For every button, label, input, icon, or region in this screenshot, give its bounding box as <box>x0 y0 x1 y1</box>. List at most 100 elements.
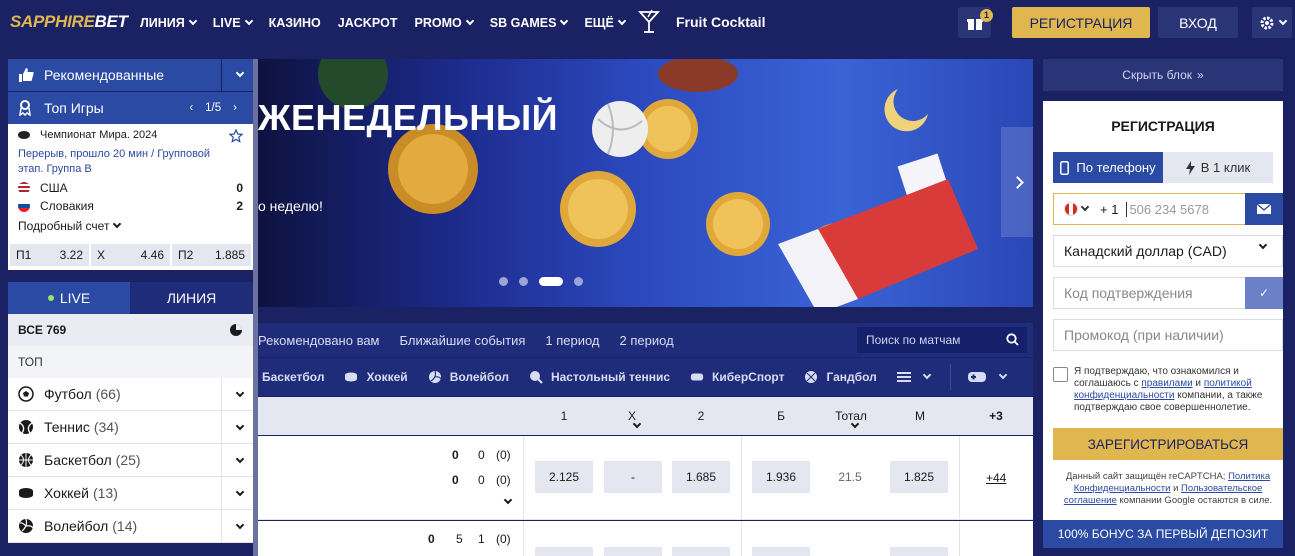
featured-match-card[interactable]: Чемпионат Мира. 2024 Перерыв, прошло 20 … <box>8 124 253 270</box>
tab-phone[interactable]: По телефону <box>1053 152 1163 183</box>
promo-banner[interactable]: ЖЕНЕДЕЛЬНЫЙ о неделю! <box>258 59 1033 307</box>
tab-one-click[interactable]: В 1 клик <box>1163 152 1273 183</box>
flag-canada-icon[interactable] <box>1064 202 1078 216</box>
banner-dot-active[interactable] <box>539 277 563 286</box>
confirm-code-button[interactable]: ✓ <box>1245 277 1283 309</box>
filter-period-1[interactable]: 1 период <box>545 333 599 348</box>
table-row[interactable]: 0 0 (0) 0 0 (0) 2.125 - 1.685 1.936 21.5… <box>258 436 1033 520</box>
confirmation-code-input[interactable]: Код подтверждения ✓ <box>1053 277 1283 309</box>
table-row[interactable]: 0 5 1 (0) <box>258 521 1033 556</box>
detailed-score-toggle[interactable]: Подробный счет <box>18 219 243 233</box>
all-events[interactable]: ВСЕ 769 <box>8 314 253 346</box>
registration-tabs: По телефону В 1 клик <box>1053 152 1273 183</box>
odds-table-header: 1 X 2 Б Тотал М +3 <box>258 397 1033 435</box>
pie-chart-icon[interactable] <box>229 323 243 337</box>
sport-expand[interactable] <box>221 510 253 543</box>
gift-button[interactable]: 1 <box>958 7 993 38</box>
odd-b[interactable] <box>752 547 810 556</box>
chevron-down-icon[interactable] <box>503 495 513 505</box>
promo-code-input[interactable]: Промокод (при наличии) <box>1053 319 1283 351</box>
nav-line[interactable]: ЛИНИЯ <box>140 16 198 30</box>
odd-x[interactable] <box>604 547 662 556</box>
sb-handball[interactable]: Гандбол <box>804 370 877 384</box>
submit-registration-button[interactable]: ЗАРЕГИСТРИРОВАТЬСЯ <box>1053 428 1283 460</box>
prev-icon[interactable]: ‹ <box>189 102 193 114</box>
recommended-header[interactable]: Рекомендованные <box>8 59 253 91</box>
sport-item-volleyball[interactable]: Волейбол (14) <box>8 510 253 543</box>
odd-1[interactable]: 2.125 <box>535 461 593 493</box>
nav-live[interactable]: LIVE <box>213 16 253 30</box>
settings-button[interactable] <box>1252 7 1292 38</box>
fruit-cocktail-link[interactable]: Fruit Cocktail <box>638 9 765 35</box>
gift-badge: 1 <box>980 9 993 22</box>
sport-expand[interactable] <box>221 378 253 411</box>
divider <box>523 436 524 519</box>
banner-dot[interactable] <box>519 277 528 286</box>
rules-link[interactable]: правилами <box>1141 378 1192 389</box>
banner-dot[interactable] <box>499 277 508 286</box>
sport-expand[interactable] <box>221 477 253 510</box>
currency-select[interactable]: Канадский доллар (CAD) <box>1053 235 1283 267</box>
hide-block-button[interactable]: Скрыть блок» <box>1043 59 1283 91</box>
sb-esports[interactable]: КиберСпорт <box>690 370 784 384</box>
logo[interactable]: SAPPHIREBET <box>10 12 128 32</box>
odd-p1[interactable]: П1 3.22 <box>10 244 89 266</box>
tab-live[interactable]: LIVE <box>8 282 130 314</box>
lightning-icon <box>1185 160 1195 175</box>
banner-dot[interactable] <box>574 277 583 286</box>
chevron-down-icon <box>188 16 198 26</box>
tab-line[interactable]: ЛИНИЯ <box>130 282 253 314</box>
nav-promo[interactable]: PROMO <box>415 16 475 30</box>
chevron-down-icon <box>617 16 627 26</box>
sb-volleyball[interactable]: Волейбол <box>428 370 509 384</box>
recommended-toggle[interactable] <box>221 59 253 91</box>
banner-next[interactable] <box>1001 127 1033 237</box>
odd-1[interactable] <box>535 547 593 556</box>
sport-item-hockey[interactable]: Хоккей (13) <box>8 477 253 510</box>
odd-2[interactable]: 1.685 <box>672 461 730 493</box>
team-2: Словакия 2 <box>18 199 243 213</box>
odd-m[interactable]: 1.825 <box>890 461 948 493</box>
next-icon[interactable]: › <box>233 102 237 114</box>
consent-checkbox[interactable] <box>1053 367 1068 382</box>
sport-item-basketball[interactable]: Баскетбол (25) <box>8 444 253 477</box>
col-total[interactable]: Тотал <box>832 409 870 423</box>
star-icon[interactable] <box>229 129 243 143</box>
sb-more-menu[interactable] <box>896 370 931 384</box>
sport-item-tennis[interactable]: Теннис (34) <box>8 411 253 444</box>
send-email-button[interactable] <box>1245 193 1283 225</box>
sb-games-menu[interactable] <box>967 370 1007 384</box>
sport-expand[interactable] <box>221 444 253 477</box>
sb-table-tennis[interactable]: Настольный теннис <box>529 370 670 384</box>
award-icon <box>19 100 31 116</box>
odd-b[interactable]: 1.936 <box>752 461 810 493</box>
odd-p2[interactable]: П2 1.885 <box>172 244 251 266</box>
more-markets-link[interactable]: +44 <box>986 471 1006 485</box>
chevron-down-icon[interactable] <box>1080 202 1090 212</box>
odd-m[interactable] <box>890 547 948 556</box>
filter-upcoming[interactable]: Ближайшие события <box>400 333 526 348</box>
odd-x[interactable]: X 4.46 <box>91 244 170 266</box>
nav-jackpot[interactable]: JACKPOT <box>338 16 398 30</box>
chevron-down-icon <box>998 370 1007 380</box>
odd-2[interactable] <box>672 547 730 556</box>
sport-expand[interactable] <box>221 411 253 444</box>
login-button[interactable]: ВХОД <box>1158 7 1238 38</box>
sb-basketball[interactable]: Баскетбол <box>262 370 324 384</box>
match-search-input[interactable]: Поиск по матчам <box>857 327 1027 353</box>
register-button[interactable]: РЕГИСТРАЦИЯ <box>1012 7 1150 38</box>
filter-recommended[interactable]: Рекомендовано вам <box>258 333 380 348</box>
first-deposit-bonus[interactable]: 100% БОНУС ЗА ПЕРВЫЙ ДЕПОЗИТ <box>1043 520 1283 548</box>
nav-casino[interactable]: КАЗИНО <box>269 16 321 30</box>
sport-item-football[interactable]: Футбол (66) <box>8 378 253 411</box>
team-1: США 0 <box>18 181 243 195</box>
odd-x[interactable]: - <box>604 461 662 493</box>
nav-more[interactable]: ЕЩЁ <box>584 16 627 30</box>
phone-field[interactable]: + 1 506 234 5678 <box>1053 193 1283 225</box>
filter-period-2[interactable]: 2 период <box>620 333 674 348</box>
hockey-icon <box>345 372 358 382</box>
sb-hockey[interactable]: Хоккей <box>344 370 408 384</box>
phone-input[interactable]: 506 234 5678 <box>1126 201 1209 217</box>
nav-sb-games[interactable]: SB GAMES <box>490 16 569 30</box>
col-more: +3 <box>989 409 1003 423</box>
